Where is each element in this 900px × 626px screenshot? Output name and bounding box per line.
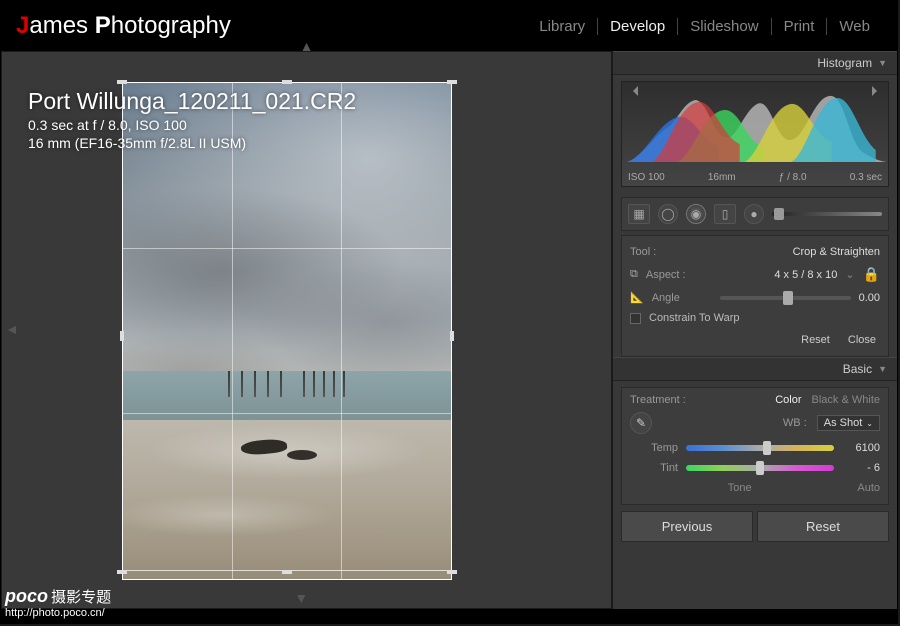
redeye-tool-icon[interactable]: ◉ (686, 204, 706, 224)
spot-tool-icon[interactable]: ◯ (658, 204, 678, 224)
basic-header[interactable]: Basic▼ (613, 357, 897, 381)
wb-dropper-icon[interactable]: ✎ (630, 412, 652, 434)
image-preview[interactable] (122, 82, 452, 580)
lens-label: 16 mm (EF16-35mm f/2.8L II USM) (28, 135, 356, 151)
tint-value[interactable]: - 6 (842, 462, 880, 474)
main-canvas: ▲ ▲ ▼ Port Willunga_120211_021.CR2 0.3 s… (1, 51, 612, 609)
crop-tool-icon[interactable]: ▦ (628, 204, 650, 224)
aspect-lock-icon[interactable]: 🔒 (863, 266, 880, 283)
crop-reset-button[interactable]: Reset (801, 334, 830, 346)
module-library[interactable]: Library (527, 18, 598, 35)
angle-value: 0.00 (859, 292, 880, 304)
crop-grid-line (123, 248, 451, 249)
develop-right-panel: Histogram▼ ISO 100 16mm ƒ / 8.0 0.3 (612, 51, 897, 609)
aspect-label: Aspect : (646, 269, 706, 281)
module-picker: Library Develop Slideshow Print Web (527, 18, 882, 35)
brush-tool-icon[interactable]: ● (744, 204, 764, 224)
crop-grid-line (232, 83, 233, 579)
filename-label: Port Willunga_120211_021.CR2 (28, 88, 356, 115)
module-slideshow[interactable]: Slideshow (678, 18, 771, 35)
poco-watermark: poco 摄影专题 http://photo.poco.cn/ (5, 586, 111, 619)
crop-handle[interactable] (447, 80, 457, 84)
aspect-value[interactable]: 4 x 5 / 8 x 10 (774, 269, 837, 281)
highlight-clip-icon[interactable] (872, 86, 882, 96)
crop-handle[interactable] (282, 570, 292, 574)
crop-grid-line (341, 83, 342, 579)
temp-label: Temp (630, 442, 678, 454)
histogram[interactable]: ISO 100 16mm ƒ / 8.0 0.3 sec (621, 81, 889, 187)
shadow-clip-icon[interactable] (628, 86, 638, 96)
collapse-bottom-icon[interactable]: ▼ (294, 590, 308, 606)
gradient-tool-icon[interactable]: ▯ (714, 204, 736, 224)
reset-button[interactable]: Reset (757, 511, 889, 542)
histogram-header[interactable]: Histogram▼ (613, 51, 897, 75)
crop-handle[interactable] (120, 331, 124, 341)
exposure-label: 0.3 sec at f / 8.0, ISO 100 (28, 117, 356, 133)
treatment-bw[interactable]: Black & White (812, 394, 880, 406)
tint-slider[interactable] (686, 465, 834, 471)
identity-plate-bar: James Photography Library Develop Slides… (1, 1, 897, 51)
crop-handle[interactable] (447, 570, 457, 574)
tool-strip: ▦ ◯ ◉ ▯ ● (621, 197, 889, 231)
wb-preset-select[interactable]: As Shot⌄ (817, 415, 880, 431)
crop-handle[interactable] (117, 570, 127, 574)
info-overlay: Port Willunga_120211_021.CR2 0.3 sec at … (28, 88, 356, 151)
wb-label: WB : (783, 417, 807, 429)
crop-handle[interactable] (117, 80, 127, 84)
temp-value[interactable]: 6100 (842, 442, 880, 454)
crop-frame-icon[interactable]: ⧉ (630, 268, 638, 281)
collapse-left-icon[interactable]: ▲ (3, 323, 19, 337)
tint-label: Tint (630, 462, 678, 474)
tool-label: Tool : (630, 246, 690, 258)
straighten-icon[interactable]: 📐 (630, 291, 644, 304)
crop-grid-line (123, 413, 451, 414)
module-develop[interactable]: Develop (598, 18, 678, 35)
previous-button[interactable]: Previous (621, 511, 753, 542)
auto-tone-button[interactable]: Auto (857, 482, 880, 494)
crop-handle[interactable] (282, 80, 292, 84)
tool-name: Crop & Straighten (793, 246, 880, 258)
crop-close-button[interactable]: Close (848, 334, 876, 346)
treatment-label: Treatment : (630, 394, 686, 406)
basic-panel: Treatment : Color Black & White ✎ WB : A… (621, 387, 889, 505)
angle-label: Angle (652, 292, 712, 304)
tone-label: Tone (728, 482, 752, 494)
temp-slider[interactable] (686, 445, 834, 451)
constrain-warp-label: Constrain To Warp (649, 312, 739, 324)
angle-slider[interactable] (720, 296, 851, 300)
crop-handle[interactable] (450, 331, 454, 341)
module-print[interactable]: Print (772, 18, 828, 35)
collapse-top-icon[interactable]: ▲ (300, 38, 314, 54)
module-web[interactable]: Web (827, 18, 882, 35)
brush-size-slider[interactable] (772, 212, 882, 216)
constrain-warp-checkbox[interactable] (630, 313, 641, 324)
treatment-color[interactable]: Color (775, 394, 801, 406)
histogram-metadata: ISO 100 16mm ƒ / 8.0 0.3 sec (628, 172, 882, 183)
crop-panel: Tool : Crop & Straighten ⧉ Aspect : 4 x … (621, 235, 889, 357)
identity-plate: James Photography (16, 12, 527, 40)
